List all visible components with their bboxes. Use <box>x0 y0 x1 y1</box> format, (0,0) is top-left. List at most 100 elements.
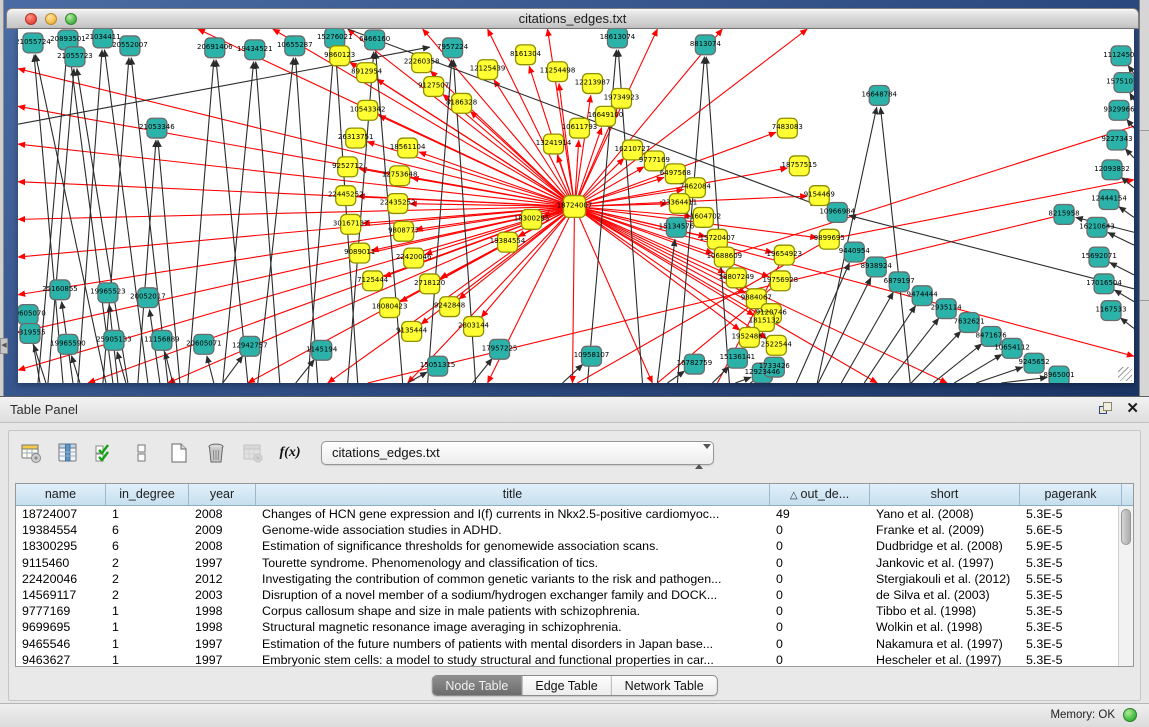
svg-text:19524861: 19524861 <box>732 332 768 340</box>
svg-text:8215958: 8215958 <box>1049 209 1080 217</box>
svg-text:23364411: 23364411 <box>662 199 698 207</box>
table-row[interactable]: 977716911998Corpus callosum shape and si… <box>16 603 1118 619</box>
svg-text:8912954: 8912954 <box>351 68 383 76</box>
vertical-scrollbar[interactable] <box>1118 506 1133 666</box>
column-header-name[interactable]: name <box>16 484 106 505</box>
svg-text:21034411: 21034411 <box>85 33 121 41</box>
table-cell: 1 <box>106 506 189 522</box>
table-cell: 1997 <box>189 555 256 571</box>
svg-text:12093832: 12093832 <box>1094 165 1130 173</box>
table-cell: Estimation of significance thresholds fo… <box>256 538 770 554</box>
svg-text:21055724: 21055724 <box>18 38 51 46</box>
table-cell: 2012 <box>189 571 256 587</box>
table-panel-title: Table Panel <box>10 402 78 417</box>
tab-network-table[interactable]: Network Table <box>612 676 717 695</box>
window-titlebar[interactable]: citations_edges.txt <box>6 8 1139 29</box>
table-row[interactable]: 946362711997Embryonic stem cells: a mode… <box>16 652 1118 666</box>
checkbox-stack-icon[interactable] <box>128 439 156 467</box>
svg-text:9089011: 9089011 <box>344 248 375 256</box>
svg-text:6497568: 6497568 <box>660 169 691 177</box>
function-builder-icon[interactable]: f(x) <box>276 439 304 467</box>
scrollbar-thumb[interactable] <box>1121 509 1131 545</box>
svg-text:9440954: 9440954 <box>839 247 871 255</box>
table-row[interactable]: 1456911722003Disruption of a novel membe… <box>16 587 1118 603</box>
svg-text:30167137: 30167137 <box>333 219 369 227</box>
svg-text:8938924: 8938924 <box>861 262 893 270</box>
memory-status-indicator[interactable] <box>1123 708 1137 722</box>
svg-text:10958107: 10958107 <box>574 351 610 359</box>
table-settings-icon[interactable] <box>17 439 45 467</box>
delete-table-icon[interactable] <box>239 439 267 467</box>
svg-text:12444154: 12444154 <box>1091 195 1127 203</box>
new-table-icon[interactable] <box>165 439 193 467</box>
tab-node-table[interactable]: Node Table <box>432 676 522 695</box>
svg-text:8965001: 8965001 <box>1044 371 1075 379</box>
svg-text:20605070: 20605070 <box>18 310 46 318</box>
svg-text:15720407: 15720407 <box>700 234 736 242</box>
svg-text:22420046: 22420046 <box>396 253 432 261</box>
svg-text:7125444: 7125444 <box>357 276 389 284</box>
table-row[interactable]: 1938455462009Genome-wide association stu… <box>16 522 1118 538</box>
float-panel-icon[interactable] <box>1098 401 1114 417</box>
table-cell: 5.3E-5 <box>1020 636 1118 652</box>
svg-text:20893501: 20893501 <box>50 35 86 43</box>
network-desktop: ◀ citations_edges.txt 21055724208 <box>0 0 1149 396</box>
table-cell: Wolkin et al. (1998) <box>870 619 1020 635</box>
table-row[interactable]: 1872400712008Changes of HCN gene express… <box>16 506 1118 522</box>
table-row[interactable]: 1830029562008Estimation of significance … <box>16 538 1118 554</box>
table-cell: 5.3E-5 <box>1020 555 1118 571</box>
table-selector-dropdown[interactable]: citations_edges.txt <box>321 441 714 465</box>
column-header-short[interactable]: short <box>870 484 1020 505</box>
table-cell: Structural magnetic resonance image aver… <box>256 619 770 635</box>
table-cell: Genome-wide association studies in ADHD. <box>256 522 770 538</box>
table-cell: 9777169 <box>16 603 106 619</box>
table-cell: Estimation of the future numbers of pati… <box>256 636 770 652</box>
svg-text:6466160: 6466160 <box>359 35 390 43</box>
svg-text:15136141: 15136141 <box>720 353 756 361</box>
svg-text:9884067: 9884067 <box>741 294 772 302</box>
svg-text:20605071: 20605071 <box>186 339 222 347</box>
table-cell: 0 <box>770 522 870 538</box>
table-cell: 5.3E-5 <box>1020 652 1118 666</box>
table-selector-value: citations_edges.txt <box>332 445 440 460</box>
row-select-icon[interactable] <box>91 439 119 467</box>
svg-text:18300295: 18300295 <box>514 214 550 222</box>
table-row[interactable]: 911546021997Tourette syndrome. Phenomeno… <box>16 555 1118 571</box>
table-row[interactable]: 969969511998Structural magnetic resonanc… <box>16 619 1118 635</box>
svg-text:1733426: 1733426 <box>759 362 790 370</box>
svg-text:10611793: 10611793 <box>562 123 598 131</box>
dropdown-arrows-icon <box>695 446 704 462</box>
table-cell: Yano et al. (2008) <box>870 506 1020 522</box>
column-header-pagerank[interactable]: pagerank <box>1020 484 1122 505</box>
table-cell: 14569117 <box>16 587 106 603</box>
column-visibility-icon[interactable] <box>54 439 82 467</box>
svg-text:10654112: 10654112 <box>994 343 1030 351</box>
column-header-title[interactable]: title <box>256 484 770 505</box>
column-header-year[interactable]: year <box>189 484 256 505</box>
table-cell: 5.5E-5 <box>1020 571 1118 587</box>
table-cell: de Silva et al. (2003) <box>870 587 1020 603</box>
svg-text:18613074: 18613074 <box>600 33 636 41</box>
table-cell: Disruption of a novel member of a sodium… <box>256 587 770 603</box>
table-toolbar: f(x) citations_edges.txt <box>17 437 714 469</box>
table-panel-header: Table Panel ✕ <box>0 397 1149 423</box>
network-view-window: citations_edges.txt 21055724208935012103… <box>6 8 1139 389</box>
svg-text:9329966: 9329966 <box>1103 105 1134 113</box>
tab-edge-table[interactable]: Edge Table <box>522 676 611 695</box>
table-row[interactable]: 2242004622012Investigating the contribut… <box>16 571 1118 587</box>
svg-text:11254498: 11254498 <box>540 67 576 75</box>
svg-text:20552007: 20552007 <box>112 41 148 49</box>
svg-text:22260358: 22260358 <box>404 58 440 66</box>
close-panel-icon[interactable]: ✕ <box>1126 401 1139 417</box>
column-header-in_degree[interactable]: in_degree <box>106 484 189 505</box>
delete-rows-icon[interactable] <box>202 439 230 467</box>
window-resize-grip[interactable] <box>1118 367 1132 381</box>
table-cell: 2 <box>106 555 189 571</box>
table-row[interactable]: 946554611997Estimation of the future num… <box>16 636 1118 652</box>
svg-text:25160855: 25160855 <box>42 285 78 293</box>
column-header-out_de[interactable]: △out_de... <box>770 484 870 505</box>
network-canvas[interactable]: 2105572420893501210344112055200721055723… <box>18 29 1134 383</box>
node-table: namein_degreeyeartitle△out_de...shortpag… <box>15 483 1134 667</box>
table-cell: 0 <box>770 619 870 635</box>
svg-text:10966984: 10966984 <box>820 207 856 215</box>
